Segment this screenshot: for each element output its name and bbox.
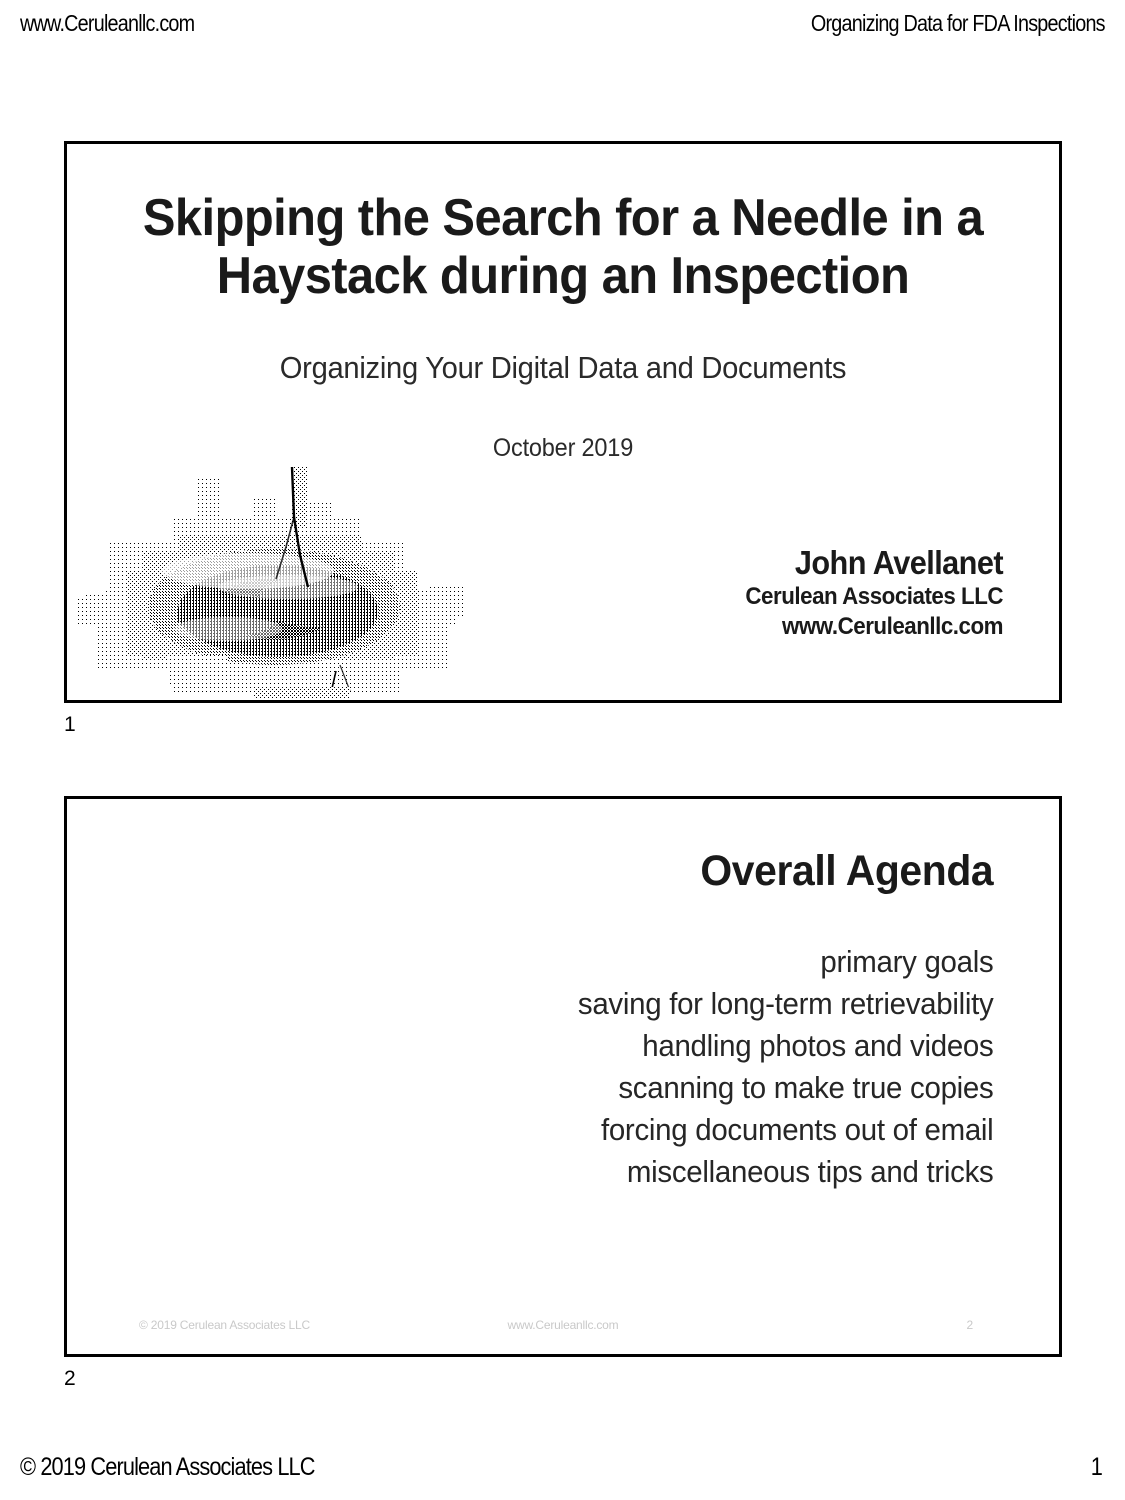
presenter-name: John Avellanet	[794, 544, 1004, 581]
header-document-title: Organizing Data for FDA Inspections	[811, 10, 1106, 36]
slide-1-title: Skipping the Search for a Needle in a Ha…	[142, 189, 984, 306]
agenda-item: miscellaneous tips and tricks	[626, 1154, 993, 1189]
haystack-photo	[78, 459, 468, 700]
page-header: www.Ceruleanllc.com Organizing Data for …	[20, 10, 1106, 44]
slide-index-2: 2	[64, 1367, 76, 1390]
agenda-list: primary goals saving for long-term retri…	[556, 941, 993, 1193]
agenda-item: handling photos and videos	[641, 1028, 993, 1063]
presenter-organization: Cerulean Associates LLC	[745, 582, 1003, 610]
slide-1: Skipping the Search for a Needle in a Ha…	[64, 141, 1062, 703]
footer-page-number: 1	[1090, 1453, 1103, 1481]
agenda-item: primary goals	[819, 944, 993, 979]
footer-copyright: © 2019 Cerulean Associates LLC	[20, 1453, 315, 1481]
slide-index-1: 1	[64, 713, 76, 736]
agenda-item: forcing documents out of email	[600, 1112, 993, 1147]
slide-1-presenter-block: John Avellanet Cerulean Associates LLC w…	[726, 544, 1003, 642]
presenter-website: www.Ceruleanllc.com	[781, 612, 1004, 640]
agenda-item: scanning to make true copies	[617, 1070, 993, 1105]
agenda-item: saving for long-term retrievability	[577, 986, 993, 1021]
slide-2-footer-copyright: © 2019 Cerulean Associates LLC	[139, 1318, 310, 1332]
slide-2-title: Overall Agenda	[700, 847, 993, 895]
haystack-halftone-svg	[78, 459, 468, 700]
header-website: www.Ceruleanllc.com	[20, 10, 195, 36]
slide-1-subtitle: Organizing Your Digital Data and Documen…	[279, 350, 847, 385]
slide-2-footer-website: www.Ceruleanllc.com	[507, 1318, 619, 1332]
slide-2: Overall Agenda primary goals saving for …	[64, 796, 1062, 1357]
slide-2-footer: © 2019 Cerulean Associates LLC www.Cerul…	[67, 1318, 1059, 1336]
slide-2-footer-number: 2	[966, 1318, 974, 1332]
page-footer: © 2019 Cerulean Associates LLC 1	[20, 1453, 1103, 1482]
